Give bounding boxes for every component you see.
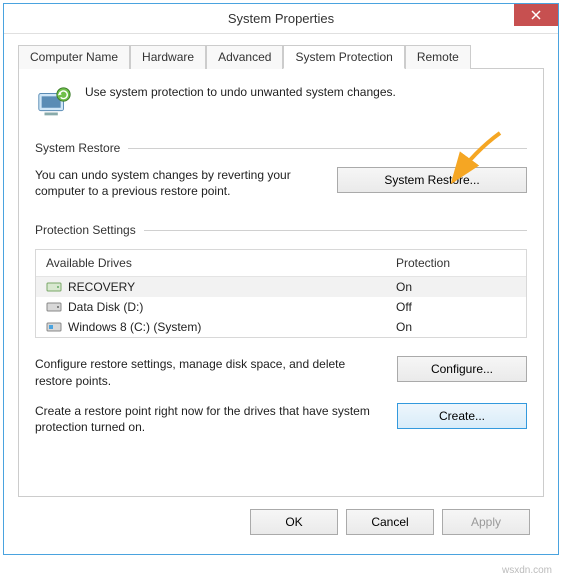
configure-button[interactable]: Configure... [397,356,527,382]
restore-description: You can undo system changes by reverting… [35,167,319,199]
content-area: Computer Name Hardware Advanced System P… [4,34,558,545]
titlebar: System Properties [4,4,558,34]
drive-name: RECOVERY [68,280,396,294]
window-title: System Properties [228,11,334,26]
system-restore-button[interactable]: System Restore... [337,167,527,193]
drive-name: Data Disk (D:) [68,300,396,314]
drive-icon [46,300,62,314]
configure-description: Configure restore settings, manage disk … [35,356,379,388]
close-icon [531,10,541,20]
drive-icon [46,280,62,294]
tab-system-protection[interactable]: System Protection [283,45,404,69]
close-button[interactable] [514,4,558,26]
apply-button: Apply [442,509,530,535]
ok-button[interactable]: OK [250,509,338,535]
watermark-text: wsxdn.com [502,565,552,576]
tab-panel: Use system protection to undo unwanted s… [18,69,544,497]
intro-text: Use system protection to undo unwanted s… [85,83,396,99]
cancel-button[interactable]: Cancel [346,509,434,535]
tab-strip: Computer Name Hardware Advanced System P… [18,44,544,69]
drive-windows-icon [46,320,62,334]
drive-row[interactable]: RECOVERY On [36,277,526,297]
drives-list: Available Drives Protection RECOVERY On … [35,249,527,338]
drive-row[interactable]: Windows 8 (C:) (System) On [36,317,526,337]
tab-remote[interactable]: Remote [405,45,471,69]
section-system-restore: System Restore [35,141,527,155]
configure-row: Configure restore settings, manage disk … [35,356,527,388]
create-button[interactable]: Create... [397,403,527,429]
drive-protection: On [396,280,516,294]
create-description: Create a restore point right now for the… [35,403,379,435]
col-available-drives: Available Drives [46,256,396,270]
drive-protection: On [396,320,516,334]
col-protection: Protection [396,256,516,270]
window-frame: System Properties Computer Name Hardware… [3,3,559,555]
tab-computer-name[interactable]: Computer Name [18,45,130,69]
dialog-buttons: OK Cancel Apply [18,497,544,535]
intro-row: Use system protection to undo unwanted s… [35,83,527,123]
drive-name: Windows 8 (C:) (System) [68,320,396,334]
section-protection-settings: Protection Settings [35,223,527,237]
restore-row: You can undo system changes by reverting… [35,167,527,199]
tab-hardware[interactable]: Hardware [130,45,206,69]
drive-row[interactable]: Data Disk (D:) Off [36,297,526,317]
create-row: Create a restore point right now for the… [35,403,527,435]
drives-header: Available Drives Protection [36,250,526,277]
drive-protection: Off [396,300,516,314]
system-protection-icon [35,83,73,123]
tab-advanced[interactable]: Advanced [206,45,283,69]
